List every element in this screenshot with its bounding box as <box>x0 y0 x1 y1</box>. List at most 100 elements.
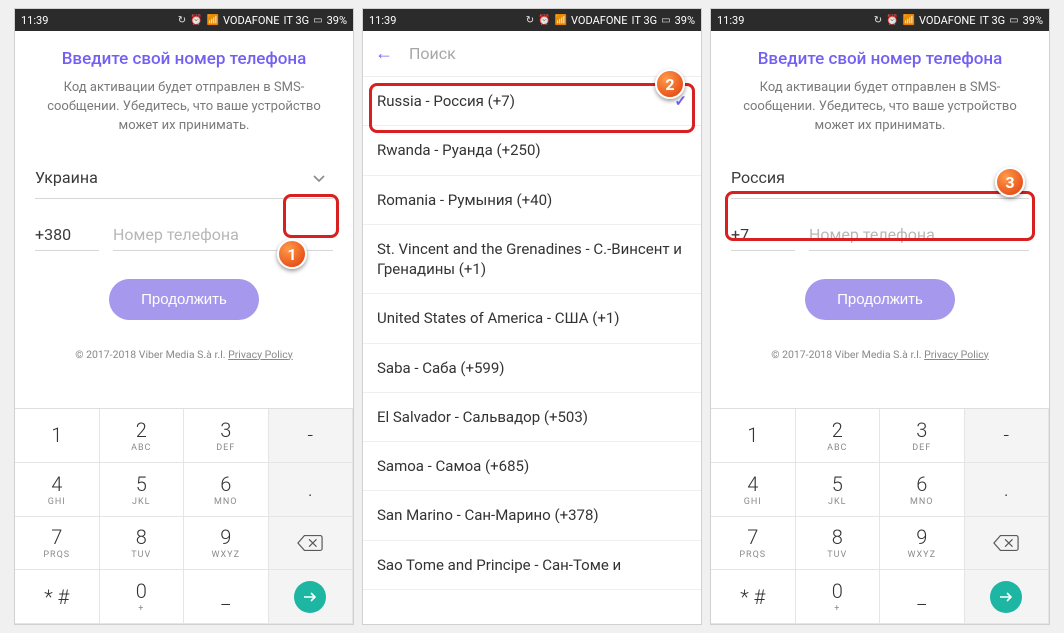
country-list-item[interactable]: San Marino - Сан-Марино (+378) <box>363 491 701 540</box>
keypad-key[interactable]: 7PRQS <box>711 517 796 571</box>
country-list-item[interactable]: St. Vincent and the Grenadines - С.-Винс… <box>363 225 701 295</box>
signal-icon: 📶 <box>555 15 567 26</box>
keypad-key[interactable]: 3DEF <box>184 409 269 463</box>
enter-key[interactable] <box>965 570 1050 624</box>
country-list-item[interactable]: Romania - Румыния (+40) <box>363 176 701 225</box>
page-title: Введите свой номер телефона <box>758 49 1003 69</box>
sync-icon: ↻ <box>874 15 882 26</box>
sync-icon: ↻ <box>178 15 186 26</box>
page-subtitle: Код активации будет отправлен в SMS-сооб… <box>731 79 1029 136</box>
country-list-item[interactable]: Rwanda - Руанда (+250) <box>363 126 701 175</box>
battery-icon: ▭ <box>661 15 670 26</box>
country-name: Россия <box>731 168 1001 187</box>
search-input[interactable]: Поиск <box>409 44 456 63</box>
country-list-item[interactable]: Sao Tome and Principe - Сан-Томе и <box>363 541 701 590</box>
phone-screen-2: 11:39 ↻ ⏰ 📶 VODAFONE IT 3G ▭ 39% ← Поиск… <box>362 8 702 625</box>
backspace-key[interactable] <box>965 517 1050 571</box>
keypad-key[interactable]: - <box>269 409 354 463</box>
country-code[interactable]: +7 <box>731 219 795 251</box>
numeric-keypad: 12ABC3DEF- 4GHI5JKL6MNO. 7PRQS8TUV9WXYZ * #… <box>711 408 1049 624</box>
phone-input[interactable]: Номер телефона <box>809 219 1029 251</box>
status-bar: 11:39 ↻ ⏰ 📶 VODAFONE IT 3G ▭ 39% <box>15 9 353 31</box>
keypad-key[interactable]: _ <box>880 570 965 624</box>
keypad-key[interactable]: 6MNO <box>184 463 269 517</box>
chevron-down-icon[interactable] <box>1001 164 1029 192</box>
status-net: IT 3G <box>980 14 1006 27</box>
keypad-key[interactable]: 3DEF <box>880 409 965 463</box>
search-header: ← Поиск <box>363 31 701 77</box>
keypad-key[interactable]: 1 <box>15 409 100 463</box>
status-bar: 11:39 ↻ ⏰ 📶 VODAFONE IT 3G ▭ 39% <box>363 9 701 31</box>
country-code[interactable]: +380 <box>35 219 99 251</box>
status-battery: 39% <box>675 14 695 27</box>
country-list-item[interactable]: Samoa - Самоа (+685) <box>363 442 701 491</box>
status-time: 11:39 <box>21 14 48 27</box>
country-list-item[interactable]: Russia - Россия (+7)✓ <box>363 77 701 126</box>
phone-input[interactable]: Номер телефона <box>113 219 333 251</box>
battery-icon: ▭ <box>1009 15 1018 26</box>
footer-copyright: © 2017-2018 Viber Media S.à r.l. <box>75 348 228 361</box>
keypad-key[interactable]: 6MNO <box>880 463 965 517</box>
main-content: Введите свой номер телефона Код активаци… <box>15 31 353 408</box>
keypad-key[interactable]: 4GHI <box>15 463 100 517</box>
page-title: Введите свой номер телефона <box>62 49 307 69</box>
phone-screen-3: 11:39 ↻ ⏰ 📶 VODAFONE IT 3G ▭ 39% Введите… <box>710 8 1050 625</box>
check-icon: ✓ <box>674 91 687 111</box>
keypad-key[interactable]: 0+ <box>796 570 881 624</box>
country-list-item[interactable]: United States of America - США (+1) <box>363 294 701 343</box>
status-time: 11:39 <box>717 14 744 27</box>
country-list[interactable]: Russia - Россия (+7)✓Rwanda - Руанда (+2… <box>363 77 701 624</box>
keypad-key[interactable]: 4GHI <box>711 463 796 517</box>
signal-icon: 📶 <box>903 15 915 26</box>
main-content: Введите свой номер телефона Код активаци… <box>711 31 1049 408</box>
country-selector[interactable]: Украина <box>35 158 333 199</box>
phone-row: +380 Номер телефона <box>35 219 333 251</box>
keypad-key[interactable]: * # <box>711 570 796 624</box>
status-net: IT 3G <box>284 14 310 27</box>
keypad-key[interactable]: 7PRQS <box>15 517 100 571</box>
keypad-key[interactable]: 2ABC <box>100 409 185 463</box>
country-selector[interactable]: Россия <box>731 158 1029 199</box>
keypad-key[interactable]: 9WXYZ <box>184 517 269 571</box>
continue-button[interactable]: Продолжить <box>109 279 259 320</box>
keypad-key[interactable]: * # <box>15 570 100 624</box>
page-subtitle: Код активации будет отправлен в SMS-сооб… <box>35 79 333 136</box>
back-arrow-icon[interactable]: ← <box>375 43 393 64</box>
keypad-key[interactable]: 8TUV <box>796 517 881 571</box>
keypad-key[interactable]: 2ABC <box>796 409 881 463</box>
continue-button[interactable]: Продолжить <box>805 279 955 320</box>
chevron-down-icon[interactable] <box>305 164 333 192</box>
keypad-key[interactable]: . <box>965 463 1050 517</box>
keypad-key[interactable]: 0+ <box>100 570 185 624</box>
status-battery: 39% <box>1023 14 1043 27</box>
country-name: Украина <box>35 168 305 187</box>
keypad-key[interactable]: 5JKL <box>796 463 881 517</box>
status-bar: 11:39 ↻ ⏰ 📶 VODAFONE IT 3G ▭ 39% <box>711 9 1049 31</box>
keypad-key[interactable]: _ <box>184 570 269 624</box>
status-time: 11:39 <box>369 14 396 27</box>
phone-row: +7 Номер телефона <box>731 219 1029 251</box>
privacy-link[interactable]: Privacy Policy <box>228 348 293 361</box>
phone-screen-1: 11:39 ↻ ⏰ 📶 VODAFONE IT 3G ▭ 39% Введите… <box>14 8 354 625</box>
keypad-key[interactable]: . <box>269 463 354 517</box>
alarm-icon: ⏰ <box>886 15 898 26</box>
keypad-key[interactable]: 9WXYZ <box>880 517 965 571</box>
country-list-item[interactable]: El Salvador - Сальвадор (+503) <box>363 393 701 442</box>
enter-key[interactable] <box>269 570 354 624</box>
battery-icon: ▭ <box>313 15 322 26</box>
keypad-key[interactable]: 5JKL <box>100 463 185 517</box>
backspace-key[interactable] <box>269 517 354 571</box>
country-list-item[interactable]: Saba - Саба (+599) <box>363 344 701 393</box>
privacy-link[interactable]: Privacy Policy <box>924 348 989 361</box>
keypad-key[interactable]: 1 <box>711 409 796 463</box>
status-battery: 39% <box>327 14 347 27</box>
footer: © 2017-2018 Viber Media S.à r.l. Privacy… <box>75 348 293 361</box>
sync-icon: ↻ <box>526 15 534 26</box>
footer-copyright: © 2017-2018 Viber Media S.à r.l. <box>771 348 924 361</box>
numeric-keypad: 12ABC3DEF- 4GHI5JKL6MNO. 7PRQS8TUV9WXYZ * #… <box>15 408 353 624</box>
keypad-key[interactable]: - <box>965 409 1050 463</box>
keypad-key[interactable]: 8TUV <box>100 517 185 571</box>
status-net: IT 3G <box>632 14 658 27</box>
alarm-icon: ⏰ <box>538 15 550 26</box>
alarm-icon: ⏰ <box>190 15 202 26</box>
